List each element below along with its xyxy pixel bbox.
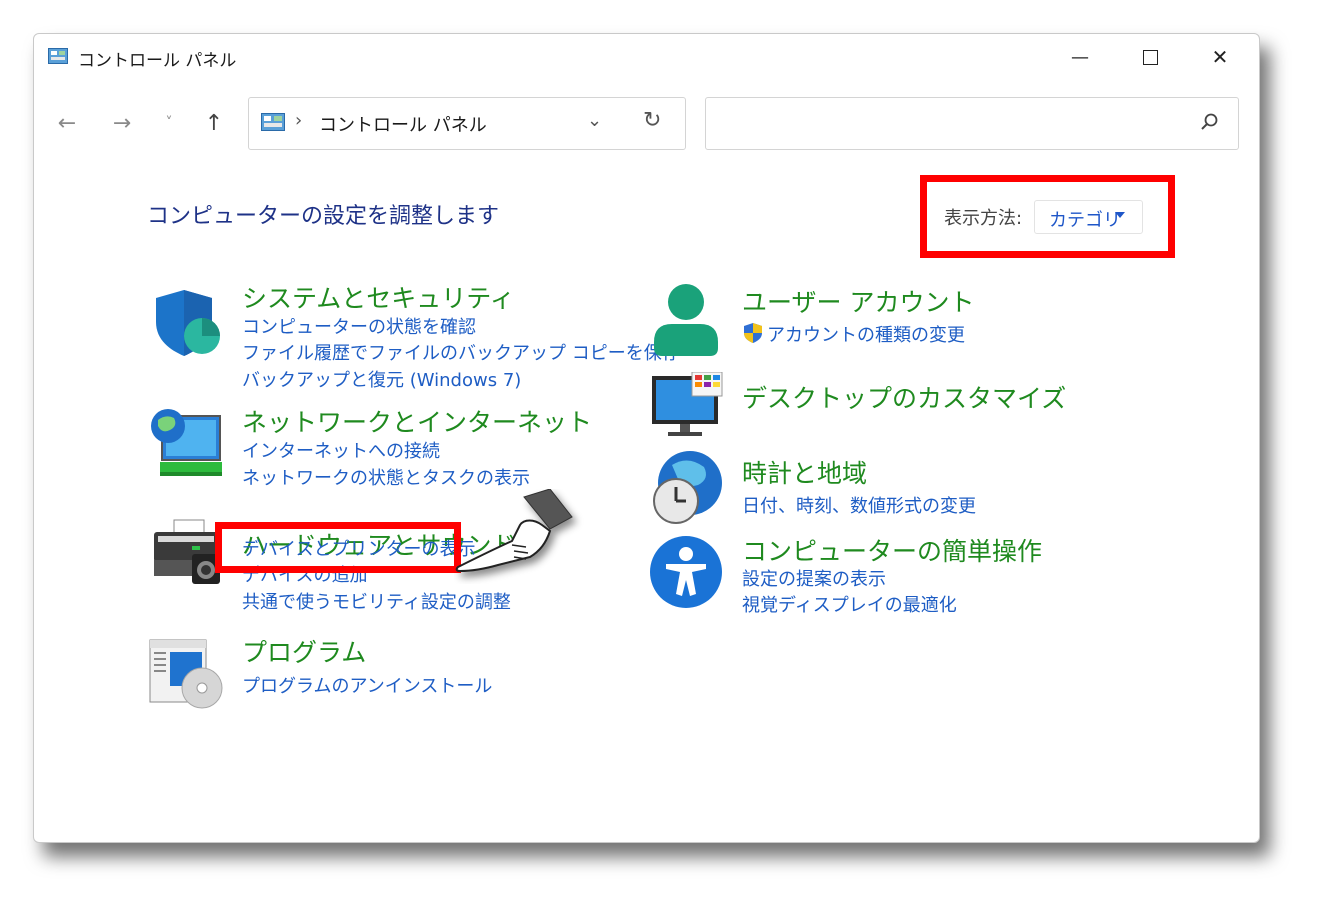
control-panel-window: コントロール パネル — ✕ ← → ˅ ↑ › コントロール パネル ⌄ ↻ …: [33, 33, 1260, 843]
link-change-date-time-format[interactable]: 日付、時刻、数値形式の変更: [742, 492, 976, 518]
address-dropdown-icon[interactable]: ⌄: [587, 110, 602, 131]
network-globe-icon: [151, 409, 222, 476]
link-network-status[interactable]: ネットワークの状態とタスクの表示: [242, 464, 530, 490]
link-settings-suggestions[interactable]: 設定の提案の表示: [742, 565, 886, 591]
chevron-down-icon: ˅: [165, 115, 173, 131]
maximize-icon: [1142, 49, 1158, 65]
search-input[interactable]: [716, 108, 1180, 138]
up-button[interactable]: ↑: [199, 108, 229, 138]
minimize-button[interactable]: —: [1045, 34, 1115, 80]
recent-locations-button[interactable]: ˅: [154, 108, 184, 138]
user-icon: [654, 284, 718, 356]
navigation-bar: ← → ˅ ↑ › コントロール パネル ⌄ ↻: [34, 94, 1259, 150]
forward-button[interactable]: →: [107, 108, 137, 138]
search-box[interactable]: [705, 97, 1239, 150]
refresh-icon[interactable]: ↻: [643, 108, 661, 133]
title-bar: コントロール パネル — ✕: [34, 34, 1259, 80]
forward-arrow-icon: →: [112, 110, 132, 136]
category-title-system-security[interactable]: システムとセキュリティ: [242, 279, 515, 315]
link-check-computer-status[interactable]: コンピューターの状態を確認: [242, 313, 476, 339]
category-title-programs[interactable]: プログラム: [242, 633, 366, 669]
category-title-desktop-customization[interactable]: デスクトップのカスタマイズ: [742, 379, 1066, 415]
category-title-clock-region[interactable]: 時計と地域: [742, 454, 867, 490]
page-heading: コンピューターの設定を調整します: [147, 204, 500, 229]
up-arrow-icon: ↑: [204, 110, 224, 136]
highlight-box-devices-printers: [215, 522, 461, 573]
printer-icon: [154, 519, 220, 584]
clock-globe-icon: [653, 451, 722, 524]
link-uninstall-program[interactable]: プログラムのアンインストール: [242, 672, 492, 698]
breadcrumb-separator: ›: [295, 110, 303, 131]
program-disc-icon: [149, 639, 223, 709]
accessibility-icon: [650, 536, 722, 608]
shield-icon: [156, 290, 220, 356]
minimize-icon: —: [1071, 46, 1089, 68]
category-title-ease-of-access[interactable]: コンピューターの簡単操作: [742, 532, 1042, 568]
link-change-account-type[interactable]: アカウントの種類の変更: [767, 321, 965, 347]
link-mobility-settings[interactable]: 共通で使うモビリティ設定の調整: [242, 588, 511, 614]
link-connect-internet[interactable]: インターネットへの接続: [242, 437, 440, 463]
control-panel-icon: [48, 48, 68, 64]
pointing-hand-icon: [455, 489, 573, 573]
link-backup-restore[interactable]: バックアップと復元 (Windows 7): [242, 366, 521, 392]
address-bar[interactable]: › コントロール パネル ⌄ ↻: [248, 97, 686, 150]
category-title-user-accounts[interactable]: ユーザー アカウント: [742, 283, 974, 319]
category-title-network-internet[interactable]: ネットワークとインターネット: [242, 403, 592, 439]
link-file-history-backup[interactable]: ファイル履歴でファイルのバックアップ コピーを保存: [242, 339, 680, 365]
monitor-icon: [652, 372, 723, 436]
uac-shield-icon: [744, 323, 762, 343]
maximize-button[interactable]: [1115, 34, 1185, 80]
highlight-box-view-by: [920, 175, 1175, 258]
breadcrumb-control-panel[interactable]: コントロール パネル: [319, 111, 487, 137]
search-icon[interactable]: [1200, 112, 1220, 132]
close-icon: ✕: [1211, 45, 1229, 69]
link-optimize-visual-display[interactable]: 視覚ディスプレイの最適化: [742, 591, 957, 617]
window-title: コントロール パネル: [78, 51, 237, 71]
close-button[interactable]: ✕: [1185, 34, 1255, 80]
back-arrow-icon: ←: [57, 110, 77, 136]
control-panel-icon: [261, 113, 285, 131]
back-button[interactable]: ←: [52, 108, 82, 138]
